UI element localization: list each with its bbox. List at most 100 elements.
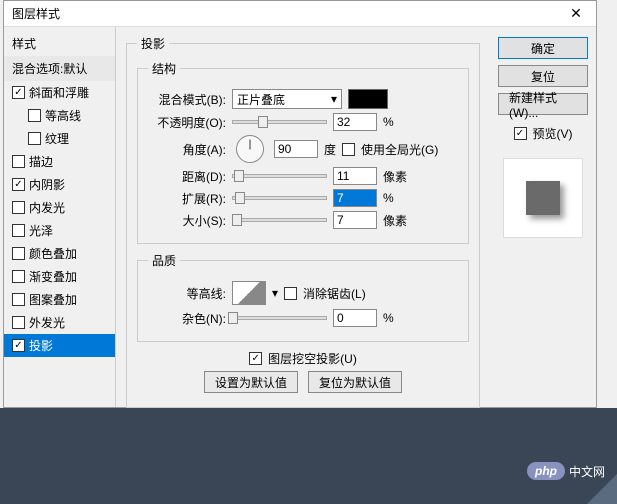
global-light-checkbox[interactable] (342, 143, 355, 156)
global-light-label: 使用全局光(G) (361, 141, 438, 158)
preview-label: 预览(V) (533, 125, 573, 142)
antialias-checkbox[interactable] (284, 287, 297, 300)
preview-checkbox[interactable] (514, 127, 527, 140)
watermark-php: php (527, 462, 565, 480)
style-item[interactable]: 内发光 (4, 196, 115, 219)
opacity-slider[interactable] (232, 120, 327, 124)
style-item[interactable]: 渐变叠加 (4, 265, 115, 288)
pixel-unit-2: 像素 (383, 212, 407, 229)
make-default-button[interactable]: 设置为默认值 (204, 371, 298, 393)
preview-swatch (526, 181, 560, 215)
pixel-unit: 像素 (383, 168, 407, 185)
percent-unit-2: % (383, 191, 394, 205)
spread-label: 扩展(R): (148, 190, 226, 207)
style-checkbox[interactable] (12, 224, 25, 237)
close-button[interactable]: ✕ (556, 1, 596, 27)
titlebar[interactable]: 图层样式 ✕ (4, 1, 596, 27)
style-item[interactable]: 颜色叠加 (4, 242, 115, 265)
style-checkbox[interactable] (12, 201, 25, 214)
knockout-label: 图层挖空投影(U) (268, 350, 357, 367)
size-label: 大小(S): (148, 212, 226, 229)
contour-label: 等高线: (148, 285, 226, 302)
sidebar-heading: 样式 (4, 31, 115, 56)
antialias-label: 消除锯齿(L) (303, 285, 366, 302)
style-item-label: 描边 (29, 153, 53, 170)
style-item[interactable]: 外发光 (4, 311, 115, 334)
style-item-label: 渐变叠加 (29, 268, 77, 285)
distance-label: 距离(D): (148, 168, 226, 185)
distance-slider[interactable] (232, 174, 327, 178)
noise-slider[interactable] (232, 316, 327, 320)
style-checkbox[interactable] (12, 270, 25, 283)
style-item-label: 纹理 (45, 130, 69, 147)
knockout-checkbox[interactable] (249, 352, 262, 365)
dialog-title: 图层样式 (12, 5, 60, 22)
blend-mode-value: 正片叠底 (237, 91, 285, 108)
style-item-label: 等高线 (45, 107, 81, 124)
distance-input[interactable]: 11 (333, 167, 377, 185)
structure-legend: 结构 (148, 60, 180, 77)
page-fold (587, 474, 617, 504)
style-checkbox[interactable] (12, 86, 25, 99)
ok-button[interactable]: 确定 (498, 37, 588, 59)
style-checkbox[interactable] (12, 155, 25, 168)
page-footer: php 中文网 (0, 408, 617, 504)
new-style-button[interactable]: 新建样式(W)... (498, 93, 588, 115)
chevron-down-icon: ▾ (331, 92, 337, 106)
preview-box (503, 158, 583, 238)
size-slider[interactable] (232, 218, 327, 222)
style-item[interactable]: 斜面和浮雕 (4, 81, 115, 104)
quality-legend: 品质 (148, 252, 180, 269)
blend-mode-label: 混合模式(B): (148, 91, 226, 108)
style-checkbox[interactable] (28, 109, 41, 122)
angle-label: 角度(A): (148, 141, 226, 158)
style-item-label: 颜色叠加 (29, 245, 77, 262)
percent-unit-3: % (383, 311, 394, 325)
degree-unit: 度 (324, 141, 336, 158)
size-input[interactable]: 7 (333, 211, 377, 229)
opacity-label: 不透明度(O): (148, 114, 226, 131)
style-item[interactable]: 内阴影 (4, 173, 115, 196)
noise-label: 杂色(N): (148, 310, 226, 327)
style-item-label: 光泽 (29, 222, 53, 239)
spread-input[interactable]: 7 (333, 189, 377, 207)
structure-group: 结构 混合模式(B): 正片叠底 ▾ 不透明度(O): 32 % (137, 60, 469, 244)
reset-default-button[interactable]: 复位为默认值 (308, 371, 402, 393)
action-panel: 确定 复位 新建样式(W)... 预览(V) (490, 27, 596, 407)
style-item[interactable]: 描边 (4, 150, 115, 173)
opacity-input[interactable]: 32 (333, 113, 377, 131)
style-item[interactable]: 纹理 (4, 127, 115, 150)
style-item[interactable]: 投影 (4, 334, 115, 357)
style-item-label: 投影 (29, 337, 53, 354)
style-item-label: 斜面和浮雕 (29, 84, 89, 101)
style-item-label: 内阴影 (29, 176, 65, 193)
style-item[interactable]: 等高线 (4, 104, 115, 127)
style-checkbox[interactable] (28, 132, 41, 145)
quality-group: 品质 等高线: ▾ 消除锯齿(L) 杂色(N): 0 % (137, 252, 469, 342)
style-checkbox[interactable] (12, 178, 25, 191)
section-title: 投影 (137, 35, 169, 52)
blend-mode-select[interactable]: 正片叠底 ▾ (232, 89, 342, 109)
angle-input[interactable]: 90 (274, 140, 318, 158)
style-checkbox[interactable] (12, 339, 25, 352)
style-item[interactable]: 图案叠加 (4, 288, 115, 311)
style-item-label: 外发光 (29, 314, 65, 331)
style-item-label: 图案叠加 (29, 291, 77, 308)
style-checkbox[interactable] (12, 316, 25, 329)
blend-options-item[interactable]: 混合选项:默认 (4, 56, 115, 81)
style-checkbox[interactable] (12, 293, 25, 306)
reset-button[interactable]: 复位 (498, 65, 588, 87)
layer-style-dialog: 图层样式 ✕ 样式 混合选项:默认 斜面和浮雕等高线纹理描边内阴影内发光光泽颜色… (3, 0, 597, 408)
noise-input[interactable]: 0 (333, 309, 377, 327)
spread-slider[interactable] (232, 196, 327, 200)
drop-shadow-section: 投影 结构 混合模式(B): 正片叠底 ▾ 不透明度(O): (126, 35, 480, 408)
style-checkbox[interactable] (12, 247, 25, 260)
shadow-color-swatch[interactable] (348, 89, 388, 109)
contour-picker[interactable] (232, 281, 266, 305)
percent-unit: % (383, 115, 394, 129)
style-item-label: 内发光 (29, 199, 65, 216)
angle-dial[interactable] (236, 135, 264, 163)
settings-panel: 投影 结构 混合模式(B): 正片叠底 ▾ 不透明度(O): (116, 27, 490, 407)
chevron-down-icon[interactable]: ▾ (272, 286, 278, 300)
style-item[interactable]: 光泽 (4, 219, 115, 242)
